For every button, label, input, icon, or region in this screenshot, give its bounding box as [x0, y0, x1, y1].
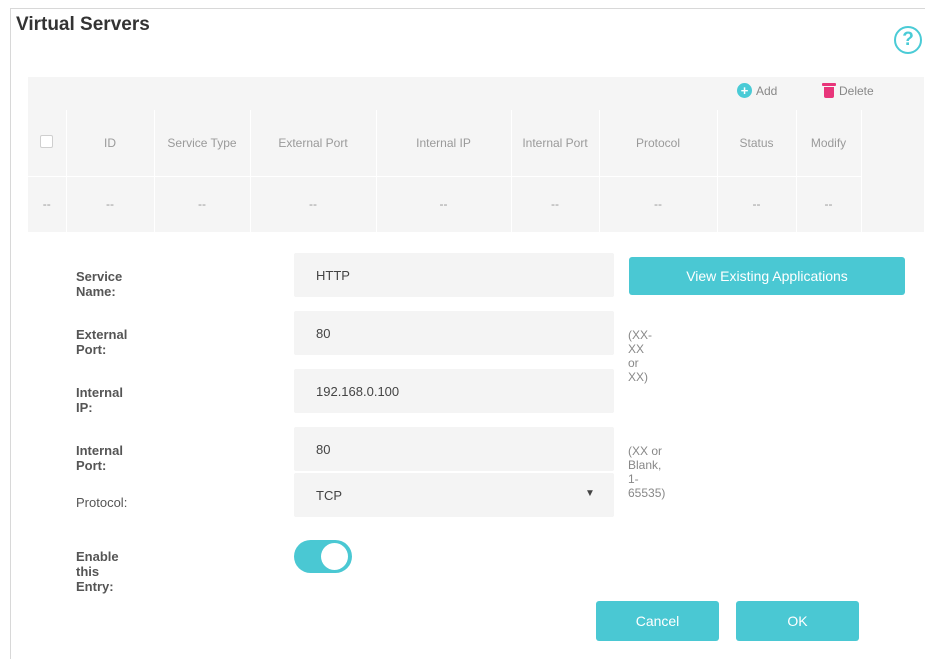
enable-entry-label: Enable this Entry: [76, 549, 119, 594]
cancel-button[interactable]: Cancel [596, 601, 719, 641]
table-cell: -- [28, 176, 67, 233]
ok-button[interactable]: OK [736, 601, 859, 641]
select-all-checkbox[interactable] [40, 134, 54, 148]
table-cell: -- [376, 176, 512, 233]
protocol-label: Protocol: [76, 495, 128, 510]
entries-table: ID Service Type External Port Internal I… [28, 110, 862, 233]
caret-down-icon: ▼ [585, 488, 595, 499]
table-cell: -- [250, 176, 377, 233]
header-external-port: External Port [250, 110, 377, 177]
header-internal-ip: Internal IP [376, 110, 512, 177]
internal-ip-input[interactable] [294, 369, 614, 413]
internal-port-input[interactable] [294, 427, 614, 471]
add-label: Add [756, 83, 778, 98]
protocol-select[interactable]: TCP ▼ [294, 473, 614, 517]
delete-label: Delete [839, 83, 874, 98]
table-header-row: ID Service Type External Port Internal I… [28, 110, 862, 177]
table-cell: -- [599, 176, 718, 233]
internal-port-hint: (XX or Blank, 1-65535) [628, 444, 666, 500]
table-cell: -- [717, 176, 797, 233]
external-port-input[interactable] [294, 311, 614, 355]
header-protocol: Protocol [599, 110, 718, 177]
table-cell: -- [66, 176, 155, 233]
view-existing-applications-button[interactable]: View Existing Applications [629, 257, 905, 295]
virtual-servers-table: + Add Delete ID Service Type External Po… [28, 77, 924, 233]
plus-circle-icon: + [737, 83, 752, 98]
external-port-label: External Port: [76, 327, 128, 357]
table-toolbar: + Add Delete [28, 77, 924, 109]
toggle-knob [321, 543, 348, 570]
header-internal-port: Internal Port [511, 110, 600, 177]
table-cell: -- [796, 176, 862, 233]
header-modify: Modify [796, 110, 862, 177]
trash-icon [822, 83, 836, 98]
protocol-value: TCP [316, 488, 342, 503]
table-cell: -- [511, 176, 600, 233]
page-title: Virtual Servers [16, 14, 150, 35]
external-port-hint: (XX-XX or XX) [628, 328, 652, 384]
help-icon[interactable]: ? [894, 26, 922, 54]
service-name-input[interactable] [294, 253, 614, 297]
header-status: Status [717, 110, 797, 177]
header-service-type: Service Type [154, 110, 251, 177]
enable-entry-toggle[interactable] [294, 540, 352, 573]
service-name-label: Service Name: [76, 269, 123, 299]
header-id: ID [66, 110, 155, 177]
delete-button[interactable]: Delete [822, 83, 874, 98]
table-cell: -- [154, 176, 251, 233]
table-row: -- -- -- -- -- -- -- -- -- [28, 176, 862, 233]
header-select-all[interactable] [28, 110, 67, 177]
internal-port-label: Internal Port: [76, 443, 123, 473]
internal-ip-label: Internal IP: [76, 385, 123, 415]
add-button[interactable]: + Add [737, 83, 777, 98]
